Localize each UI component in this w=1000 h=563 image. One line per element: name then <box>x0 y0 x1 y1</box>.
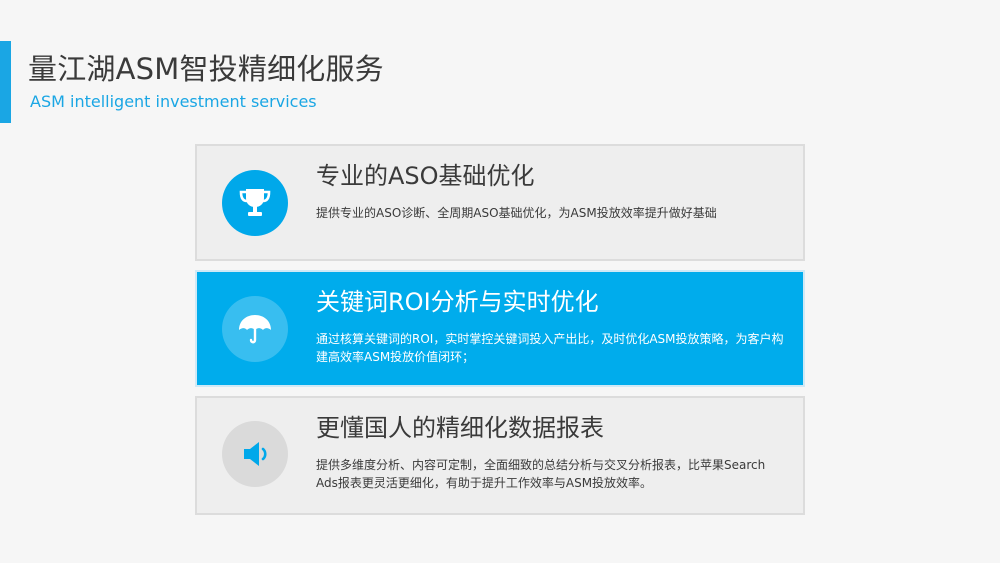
card-title: 更懂国人的精细化数据报表 <box>316 414 604 442</box>
accent-bar <box>0 41 11 123</box>
card-description: 通过核算关键词的ROI，实时掌控关键词投入产出比，及时优化ASM投放策略，为客户… <box>316 332 784 364</box>
service-card-roi[interactable]: 关键词ROI分析与实时优化 通过核算关键词的ROI，实时掌控关键词投入产出比，及… <box>195 270 805 387</box>
umbrella-icon <box>222 296 288 362</box>
card-title: 关键词ROI分析与实时优化 <box>316 288 599 316</box>
card-description: 提供多维度分析、内容可定制，全面细致的总结分析与交叉分析报表，比苹果Search… <box>316 458 766 490</box>
slide: 量江湖ASM智投精细化服务 ASM intelligent investment… <box>0 0 1000 563</box>
card-title: 专业的ASO基础优化 <box>316 162 535 190</box>
trophy-icon <box>222 170 288 236</box>
service-card-aso[interactable]: 专业的ASO基础优化 提供专业的ASO诊断、全周期ASO基础优化，为ASM投放效… <box>195 144 805 261</box>
service-card-report[interactable]: 更懂国人的精细化数据报表 提供多维度分析、内容可定制，全面细致的总结分析与交叉分… <box>195 396 805 515</box>
card-description: 提供专业的ASO诊断、全周期ASO基础优化，为ASM投放效率提升做好基础 <box>316 206 717 220</box>
speaker-icon <box>222 421 288 487</box>
page-title: 量江湖ASM智投精细化服务 <box>28 52 384 86</box>
page-subtitle: ASM intelligent investment services <box>30 92 317 111</box>
